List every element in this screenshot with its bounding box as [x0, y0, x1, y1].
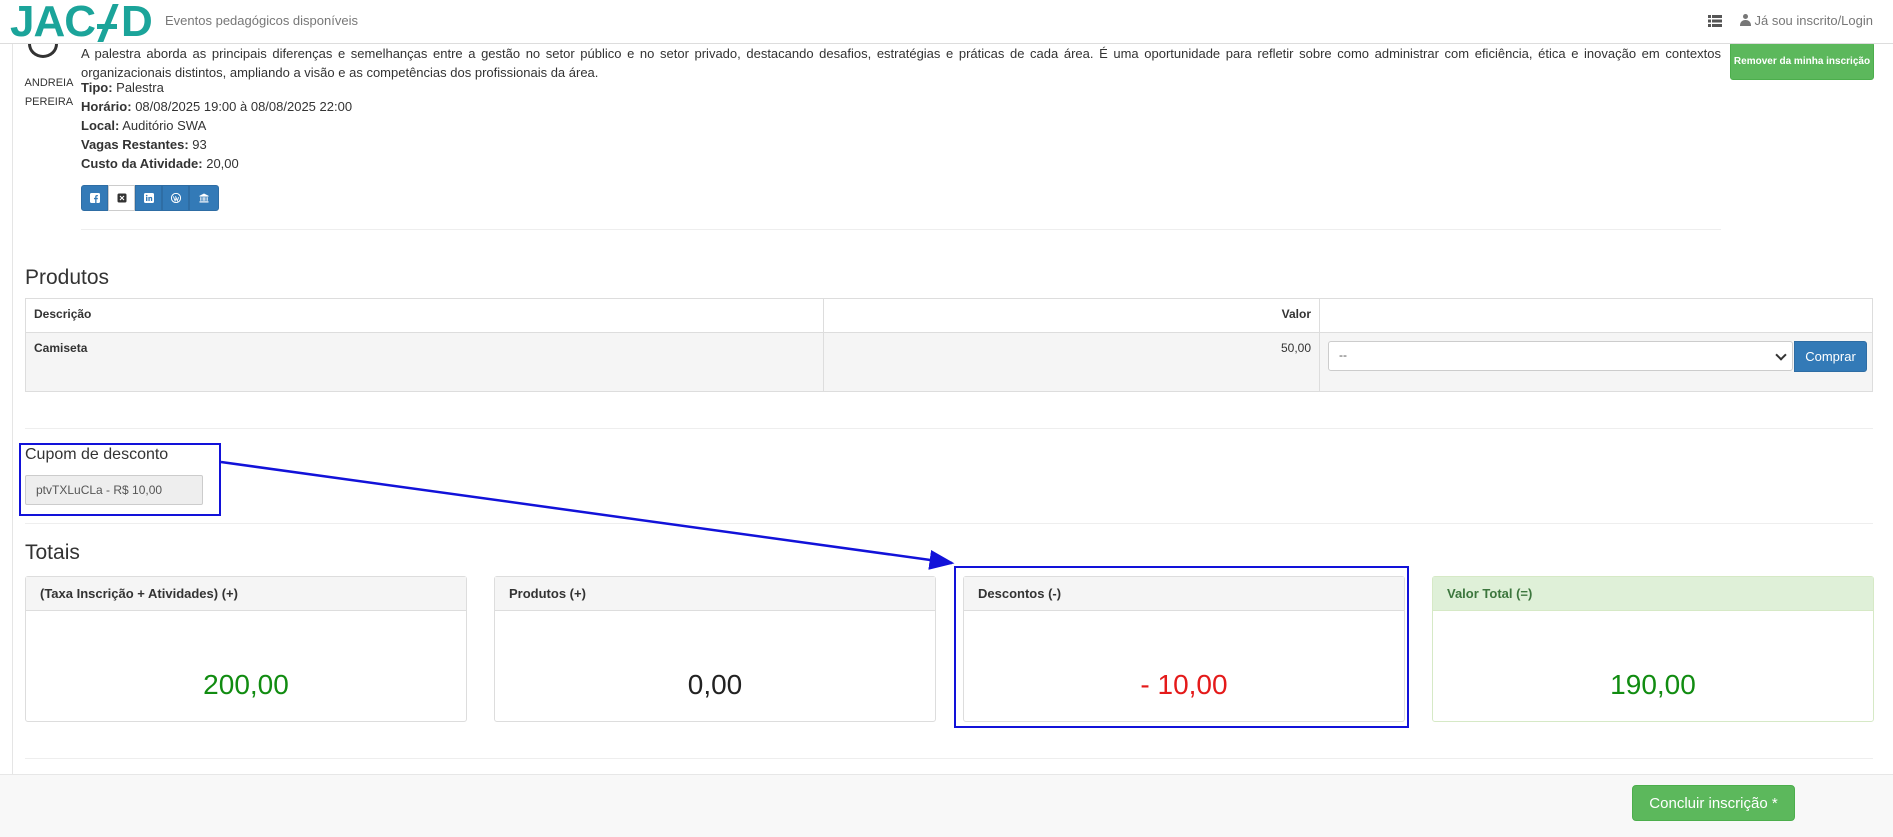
discount-highlight-box: [954, 566, 1409, 728]
login-link-label: Já sou inscrito/Login: [1754, 13, 1873, 28]
total-products-panel: Produtos (+) 0,00: [494, 576, 936, 722]
totals-title: Totais: [25, 541, 80, 564]
finish-registration-button[interactable]: Concluir inscrição *: [1632, 785, 1795, 821]
total-value-panel: Valor Total (=) 190,00: [1432, 576, 1874, 722]
total-fees-label: (Taxa Inscrição + Atividades) (+): [26, 577, 466, 611]
nav-right: Já sou inscrito/Login: [1708, 13, 1873, 28]
nav-events-link[interactable]: Eventos pedagógicos disponíveis: [165, 13, 358, 28]
total-fees-value: 200,00: [203, 669, 289, 700]
total-products-label: Produtos (+): [495, 577, 935, 611]
total-fees-panel: (Taxa Inscrição + Atividades) (+) 200,00: [25, 576, 467, 722]
login-link[interactable]: Já sou inscrito/Login: [1740, 13, 1873, 28]
jacad-logo[interactable]: JAC D: [10, 0, 153, 46]
list-icon[interactable]: [1708, 14, 1723, 27]
total-products-value: 0,00: [687, 669, 743, 700]
total-value-label: Valor Total (=): [1433, 577, 1873, 611]
user-icon: [1740, 14, 1752, 26]
total-value-value: 190,00: [1610, 669, 1696, 700]
totals-divider: [25, 758, 1873, 759]
footer-bar: [0, 774, 1893, 837]
navbar: JAC D Eventos pedagógicos disponíveis Já …: [0, 0, 1893, 46]
